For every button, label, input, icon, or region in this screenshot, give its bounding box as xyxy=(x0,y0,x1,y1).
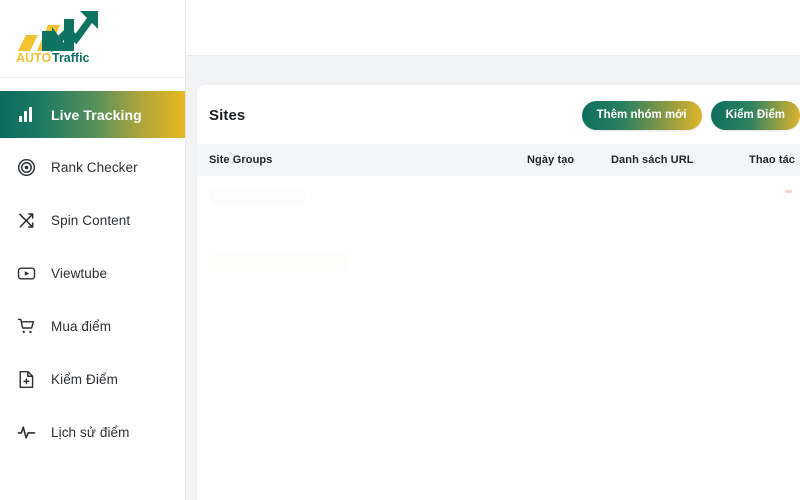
sidebar-item-label: Rank Checker xyxy=(51,160,138,175)
sidebar-item-label: Kiểm Điểm xyxy=(51,372,118,387)
row-action-marker[interactable] xyxy=(785,189,792,193)
sidebar-item-label: Viewtube xyxy=(51,266,108,281)
table-body xyxy=(197,175,800,500)
skeleton-cell xyxy=(515,241,599,308)
brand-name-secondary: Traffic xyxy=(52,51,90,65)
column-header-actions[interactable]: Thao tác xyxy=(737,143,800,176)
sites-card: Sites Thêm nhóm mới Kiểm Điểm Site Group… xyxy=(197,85,800,500)
top-bar xyxy=(186,0,800,56)
bar-chart-icon xyxy=(16,104,37,125)
skeleton-cell xyxy=(515,175,599,242)
sidebar-nav: Live Tracking Rank Checker Spin Content … xyxy=(0,78,185,456)
brand-logo-area[interactable]: AUTO Traffic xyxy=(0,0,185,78)
play-video-icon xyxy=(16,263,37,284)
table-empty-filler xyxy=(197,307,800,500)
growth-arrow-chart-icon: AUTO Traffic xyxy=(8,7,118,70)
skeleton-placeholder xyxy=(209,253,349,271)
skeleton-cell xyxy=(197,175,515,242)
skeleton-cell xyxy=(599,241,737,308)
sidebar-item-rank-checker[interactable]: Rank Checker xyxy=(0,144,185,191)
sidebar-item-label: Spin Content xyxy=(51,213,131,228)
column-header-created-date[interactable]: Ngày tạo xyxy=(515,143,599,176)
brand-name-primary: AUTO xyxy=(16,51,51,65)
sidebar-item-spin-content[interactable]: Spin Content xyxy=(0,197,185,244)
sidebar-item-lich-su-diem[interactable]: Lịch sử điểm xyxy=(0,409,185,456)
skeleton-cell xyxy=(737,241,800,308)
skeleton-cell xyxy=(737,175,800,242)
empty-area xyxy=(197,307,800,500)
activity-pulse-icon xyxy=(16,422,37,443)
app-root: AUTO Traffic Live Tracking Rank Checker … xyxy=(0,0,800,500)
content-scroll-area: Sites Thêm nhóm mới Kiểm Điểm Site Group… xyxy=(186,56,800,500)
sidebar-item-label: Live Tracking xyxy=(51,106,142,123)
add-new-group-button[interactable]: Thêm nhóm mới xyxy=(581,101,702,130)
table-row xyxy=(197,241,800,308)
skeleton-placeholder xyxy=(209,187,305,205)
target-icon xyxy=(16,157,37,178)
sites-table: Site Groups Ngày tạo Danh sách URL Thao … xyxy=(197,143,800,500)
page-title: Sites xyxy=(209,106,246,124)
sidebar-item-mua-diem[interactable]: Mua điểm xyxy=(0,303,185,350)
main-area: Sites Thêm nhóm mới Kiểm Điểm Site Group… xyxy=(186,0,800,500)
table-header-row: Site Groups Ngày tạo Danh sách URL Thao … xyxy=(197,143,800,176)
sidebar: AUTO Traffic Live Tracking Rank Checker … xyxy=(0,0,186,500)
skeleton-cell xyxy=(197,241,515,308)
skeleton-cell xyxy=(599,175,737,242)
sidebar-item-live-tracking[interactable]: Live Tracking xyxy=(0,91,185,138)
sidebar-item-label: Mua điểm xyxy=(51,319,112,334)
sites-card-header: Sites Thêm nhóm mới Kiểm Điểm xyxy=(197,85,800,144)
check-points-button[interactable]: Kiểm Điểm xyxy=(710,101,800,130)
table-row xyxy=(197,175,800,242)
table-header: Site Groups Ngày tạo Danh sách URL Thao … xyxy=(197,143,800,176)
column-header-url-list[interactable]: Danh sách URL xyxy=(599,143,737,176)
sidebar-item-kiem-diem[interactable]: Kiểm Điểm xyxy=(0,356,185,403)
column-header-site-groups[interactable]: Site Groups xyxy=(197,143,515,176)
file-plus-icon xyxy=(16,369,37,390)
shuffle-icon xyxy=(16,210,37,231)
card-action-buttons: Thêm nhóm mới Kiểm Điểm xyxy=(581,101,800,130)
shopping-cart-icon xyxy=(16,316,37,337)
sidebar-item-viewtube[interactable]: Viewtube xyxy=(0,250,185,297)
sidebar-item-label: Lịch sử điểm xyxy=(51,425,130,440)
